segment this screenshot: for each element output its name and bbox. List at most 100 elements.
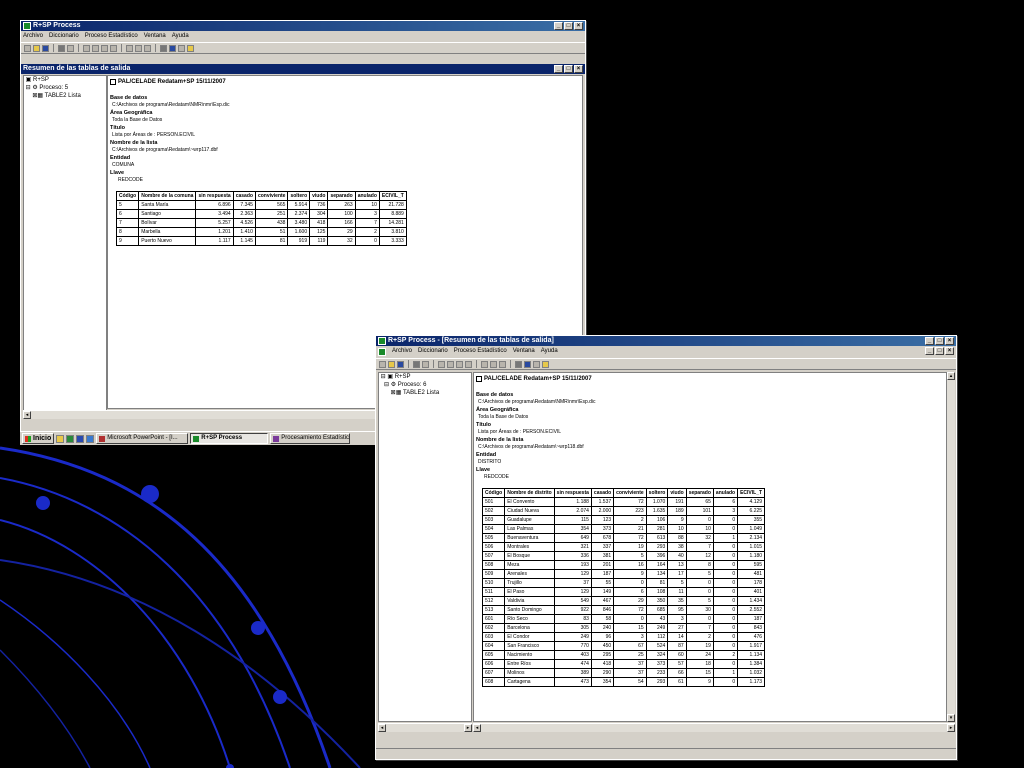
task-procesamiento[interactable]: Procesamiento Estadístic: [270, 433, 351, 444]
child-titlebar[interactable]: Resumen de las tablas de salida _ □ ×: [21, 64, 585, 74]
save-icon[interactable]: [42, 44, 49, 52]
preview-icon[interactable]: [465, 360, 472, 368]
start-button[interactable]: Inicio: [22, 433, 55, 444]
table-cell: 21: [613, 524, 647, 534]
child-maximize-icon[interactable]: □: [935, 347, 944, 355]
copy-icon[interactable]: [92, 44, 99, 52]
horizontal-scrollbar-2a[interactable]: ◂ ▸: [378, 723, 472, 732]
paste-icon[interactable]: [456, 360, 463, 368]
tree-table[interactable]: ⊠▦ TABLE2 Lista: [24, 92, 106, 100]
window-2-titlebar[interactable]: R+SP Process - [Resumen de las tablas de…: [376, 336, 956, 346]
table-cell: 0: [712, 578, 739, 588]
menu-ventana[interactable]: Ventana: [513, 347, 535, 356]
menu-ayuda[interactable]: Ayuda: [541, 347, 558, 356]
cut-icon[interactable]: [83, 44, 90, 52]
window-1-titlebar[interactable]: R+SP Process _ □ ×: [21, 21, 585, 31]
help-icon[interactable]: [542, 360, 549, 368]
chart-icon[interactable]: [144, 44, 151, 52]
quicklaunch-ie-icon[interactable]: [86, 434, 95, 443]
menu-diccionario[interactable]: Diccionario: [49, 32, 79, 41]
scroll-right-icon[interactable]: ▸: [464, 724, 472, 732]
grid-icon[interactable]: [160, 44, 167, 52]
tree-root[interactable]: ▣ R+SP: [24, 76, 106, 84]
chart-icon[interactable]: [499, 360, 506, 368]
export-icon[interactable]: [178, 44, 185, 52]
window-2-title: R+SP Process - [Resumen de las tablas de…: [388, 337, 554, 344]
menu-diccionario[interactable]: Diccionario: [418, 347, 448, 356]
minimize-icon[interactable]: _: [554, 22, 563, 30]
table-cell: 507: [481, 551, 506, 561]
table-cell: 1.070: [645, 497, 669, 507]
tree-table[interactable]: ⊠▦ TABLE2 Lista: [379, 389, 471, 397]
field-label-area: Área Geográfica: [476, 407, 519, 413]
new-icon[interactable]: [24, 44, 31, 52]
menu-ayuda[interactable]: Ayuda: [172, 32, 189, 41]
table-cell: 295: [590, 650, 615, 660]
menu-archivo[interactable]: Archivo: [23, 32, 43, 41]
scroll-left-icon[interactable]: ◂: [378, 724, 386, 732]
grid-icon[interactable]: [515, 360, 522, 368]
scroll-down-icon[interactable]: ▾: [947, 714, 955, 722]
cut-icon[interactable]: [438, 360, 445, 368]
menu-proceso[interactable]: Proceso Estadístico: [454, 347, 507, 356]
tree-panel-1: ▣ R+SP ⊟ ⚙ Proceso: 5 ⊠▦ TABLE2 Lista: [23, 75, 107, 419]
help-icon[interactable]: [187, 44, 194, 52]
menu-ventana[interactable]: Ventana: [144, 32, 166, 41]
scroll-up-icon[interactable]: ▴: [947, 372, 955, 380]
table-cell: Trujillo: [504, 578, 555, 588]
quicklaunch-excel-icon[interactable]: [66, 434, 75, 443]
preview-icon[interactable]: [110, 44, 117, 52]
table-cell: 13: [667, 560, 687, 570]
play-icon[interactable]: [524, 360, 531, 368]
task-rsp-process[interactable]: R+SP Process: [190, 433, 269, 444]
open-icon[interactable]: [33, 44, 40, 52]
open-icon[interactable]: [388, 360, 395, 368]
table-cell: 504: [481, 524, 506, 534]
find-icon[interactable]: [413, 360, 420, 368]
print-icon[interactable]: [67, 44, 74, 52]
field-label-entidad: Entidad: [476, 452, 497, 458]
column-header: conviviente: [254, 191, 289, 201]
tree-root[interactable]: ⊟ ▣ R+SP: [379, 373, 471, 381]
menu-archivo[interactable]: Archivo: [392, 347, 412, 356]
task-powerpoint[interactable]: Microsoft PowerPoint - [I...: [96, 433, 189, 444]
scroll-left-icon[interactable]: ◂: [23, 411, 31, 419]
new-icon[interactable]: [379, 360, 386, 368]
font-large-icon[interactable]: [126, 44, 133, 52]
child-close-icon[interactable]: ×: [574, 65, 583, 73]
table-cell: 0: [712, 614, 739, 624]
scroll-left-icon[interactable]: ◂: [473, 724, 481, 732]
font-small-icon[interactable]: [135, 44, 142, 52]
tree-process[interactable]: ⊟ ⚙ Proceso: 5: [24, 84, 106, 92]
quicklaunch-folder-icon[interactable]: [56, 434, 65, 443]
horizontal-scrollbar-2b[interactable]: ◂ ▸: [473, 723, 955, 732]
table-cell: 3: [667, 614, 687, 624]
table-cell: 4.526: [232, 218, 256, 228]
close-icon[interactable]: ×: [945, 337, 954, 345]
save-icon[interactable]: [397, 360, 404, 368]
play-icon[interactable]: [169, 44, 176, 52]
child-minimize-icon[interactable]: _: [925, 347, 934, 355]
child-maximize-icon[interactable]: □: [564, 65, 573, 73]
maximize-icon[interactable]: □: [564, 22, 573, 30]
tree-process[interactable]: ⊟ ⚙ Proceso: 6: [379, 381, 471, 389]
minimize-icon[interactable]: _: [925, 337, 934, 345]
table-row: 511 El Paso 129 149 6 108 11 0 0 401: [481, 587, 766, 597]
close-icon[interactable]: ×: [574, 22, 583, 30]
export-icon[interactable]: [533, 360, 540, 368]
scroll-right-icon[interactable]: ▸: [947, 724, 955, 732]
menu-proceso[interactable]: Proceso Estadístico: [85, 32, 138, 41]
child-minimize-icon[interactable]: _: [554, 65, 563, 73]
vertical-scrollbar-2[interactable]: ▴ ▾: [947, 372, 955, 722]
copy-icon[interactable]: [447, 360, 454, 368]
table-cell: 57: [667, 659, 687, 669]
quicklaunch-word-icon[interactable]: [76, 434, 85, 443]
font-small-icon[interactable]: [490, 360, 497, 368]
find-icon[interactable]: [58, 44, 65, 52]
print-icon[interactable]: [422, 360, 429, 368]
child-close-icon[interactable]: ×: [945, 347, 954, 355]
font-large-icon[interactable]: [481, 360, 488, 368]
maximize-icon[interactable]: □: [935, 337, 944, 345]
table-cell: 9: [685, 677, 714, 687]
paste-icon[interactable]: [101, 44, 108, 52]
